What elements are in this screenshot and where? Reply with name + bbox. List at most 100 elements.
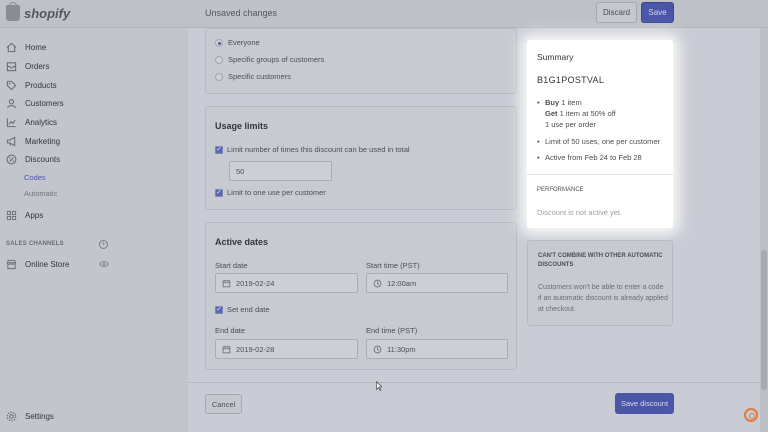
radio-label: Everyone [228, 38, 260, 47]
calendar-icon [222, 345, 231, 353]
sidebar-item-label: Customers [25, 99, 64, 108]
performance-text: Discount is not active yet. [537, 208, 623, 217]
sidebar-item-label: Online Store [25, 260, 70, 269]
sidebar-subitem-automatic[interactable]: Automatic [24, 189, 57, 198]
start-date-value: 2019-02-24 [236, 278, 275, 288]
limit-per-customer-checkbox-row[interactable]: ✓ Limit to one use per customer [215, 188, 326, 197]
sidebar-item-label: Analytics [25, 118, 58, 127]
orders-icon [6, 61, 17, 72]
usage-limits-title: Usage limits [215, 121, 269, 131]
limit-total-checkbox-row[interactable]: ✓ Limit number of times this discount ca… [215, 145, 410, 154]
record-indicator-icon [744, 408, 758, 422]
end-date-label: End date [215, 326, 246, 335]
sidebar-subitem-codes[interactable]: Codes [24, 173, 46, 182]
checkbox-label: Limit number of times this discount can … [227, 145, 410, 154]
checkbox-label: Limit to one use per customer [227, 188, 326, 197]
use-text: 1 use per order [545, 120, 596, 129]
sidebar-item-orders[interactable]: Orders [6, 61, 49, 72]
radio-label: Specific groups of customers [228, 55, 325, 64]
sidebar-item-label: Orders [25, 62, 50, 71]
megaphone-icon [6, 136, 17, 147]
get-text: 1 item at 50% off [559, 109, 616, 118]
home-icon [6, 42, 17, 53]
brand-name: shopify [24, 5, 71, 21]
buy-label: Buy [545, 98, 560, 107]
top-bar: shopify Unsaved changes Discard Save [0, 0, 768, 28]
summary-item-offer: Buy 1 item Get 1 item at 50% off 1 use p… [537, 97, 660, 130]
add-sales-channel-icon[interactable]: + [99, 240, 108, 249]
discount-code: B1G1POSTVAL [537, 75, 605, 85]
radio-specific-groups[interactable]: Specific groups of customers [215, 55, 324, 64]
cant-combine-text: Customers won't be able to enter a code … [538, 284, 668, 313]
mouse-cursor-icon [376, 381, 382, 391]
cant-combine-title: CAN'T COMBINE WITH OTHER AUTOMATIC DISCO… [538, 253, 663, 268]
get-label: Get [545, 109, 558, 118]
radio-label: Specific customers [228, 72, 291, 81]
sidebar-item-analytics[interactable]: Analytics [6, 117, 57, 128]
sidebar-item-home[interactable]: Home [6, 42, 46, 53]
sidebar-item-label: Settings [25, 412, 54, 421]
end-time-field[interactable]: 11:30pm [366, 339, 508, 359]
person-icon [6, 98, 17, 109]
radio-button[interactable] [215, 72, 223, 81]
summary-item-limit: Limit of 50 uses, one per customer [537, 136, 660, 147]
sales-channels-label: SALES CHANNELS [6, 241, 64, 247]
radio-button[interactable] [215, 38, 223, 47]
checkbox-checked[interactable]: ✓ [215, 188, 223, 197]
buy-text: 1 item [561, 98, 582, 107]
end-time-label: End time (PST) [366, 326, 418, 335]
tag-icon [6, 80, 17, 91]
sidebar-item-label: Discounts [25, 155, 61, 164]
calendar-icon [222, 279, 231, 287]
end-date-value: 2019-02-28 [236, 344, 275, 354]
clock-icon [373, 345, 382, 353]
radio-everyone[interactable]: Everyone [215, 38, 260, 47]
sidebar-item-discounts[interactable]: Discounts [6, 154, 60, 165]
sidebar-item-settings[interactable]: Settings [6, 411, 54, 422]
save-discount-button[interactable]: Save discount [615, 393, 674, 414]
sidebar-item-label: Marketing [25, 137, 61, 146]
footer-divider [188, 382, 768, 383]
summary-card: Summary B1G1POSTVAL Buy 1 item Get 1 ite… [527, 40, 673, 228]
clock-icon [373, 279, 382, 287]
cant-combine-card: CAN'T COMBINE WITH OTHER AUTOMATIC DISCO… [527, 240, 673, 326]
active-dates-title: Active dates [215, 237, 269, 247]
start-date-label: Start date [215, 261, 248, 270]
radio-specific-customers[interactable]: Specific customers [215, 72, 291, 81]
sidebar-item-apps[interactable]: Apps [6, 210, 43, 221]
sidebar-item-label: Home [25, 43, 47, 52]
chart-icon [6, 117, 17, 128]
sidebar-item-marketing[interactable]: Marketing [6, 136, 60, 147]
radio-button[interactable] [215, 55, 223, 64]
store-icon [6, 259, 17, 270]
view-online-store-icon[interactable] [99, 259, 109, 269]
usage-limit-input[interactable]: 50 [229, 161, 332, 181]
end-date-field[interactable]: 2019-02-28 [215, 339, 358, 359]
apps-icon [6, 210, 17, 221]
summary-divider [527, 174, 673, 175]
checkbox-checked[interactable]: ✓ [215, 305, 223, 314]
sidebar-item-online-store[interactable]: Online Store [6, 259, 69, 270]
sidebar-item-customers[interactable]: Customers [6, 98, 64, 109]
sidebar-item-label: Products [25, 81, 57, 90]
cancel-button[interactable]: Cancel [205, 394, 242, 414]
sidebar-item-products[interactable]: Products [6, 80, 57, 91]
start-date-field[interactable]: 2019-02-24 [215, 273, 358, 293]
end-time-value: 11:30pm [387, 344, 416, 354]
summary-title: Summary [537, 52, 574, 62]
start-time-field[interactable]: 12:00am [366, 273, 508, 293]
performance-label: PERFORMANCE [537, 187, 584, 193]
discount-icon [6, 154, 17, 165]
shopify-bag-icon [6, 2, 20, 21]
set-end-date-checkbox-row[interactable]: ✓ Set end date [215, 305, 270, 314]
scrollbar-thumb[interactable] [761, 250, 767, 390]
summary-item-active: Active from Feb 24 to Feb 28 [537, 152, 660, 163]
start-time-value: 12:00am [387, 278, 417, 288]
checkbox-label: Set end date [227, 305, 270, 314]
shopify-logo[interactable]: shopify [6, 2, 71, 21]
summary-list: Buy 1 item Get 1 item at 50% off 1 use p… [537, 97, 660, 163]
discard-button[interactable]: Discard [596, 2, 637, 23]
sidebar-item-label: Apps [25, 211, 44, 220]
save-button[interactable]: Save [641, 2, 674, 23]
checkbox-checked[interactable]: ✓ [215, 145, 223, 154]
